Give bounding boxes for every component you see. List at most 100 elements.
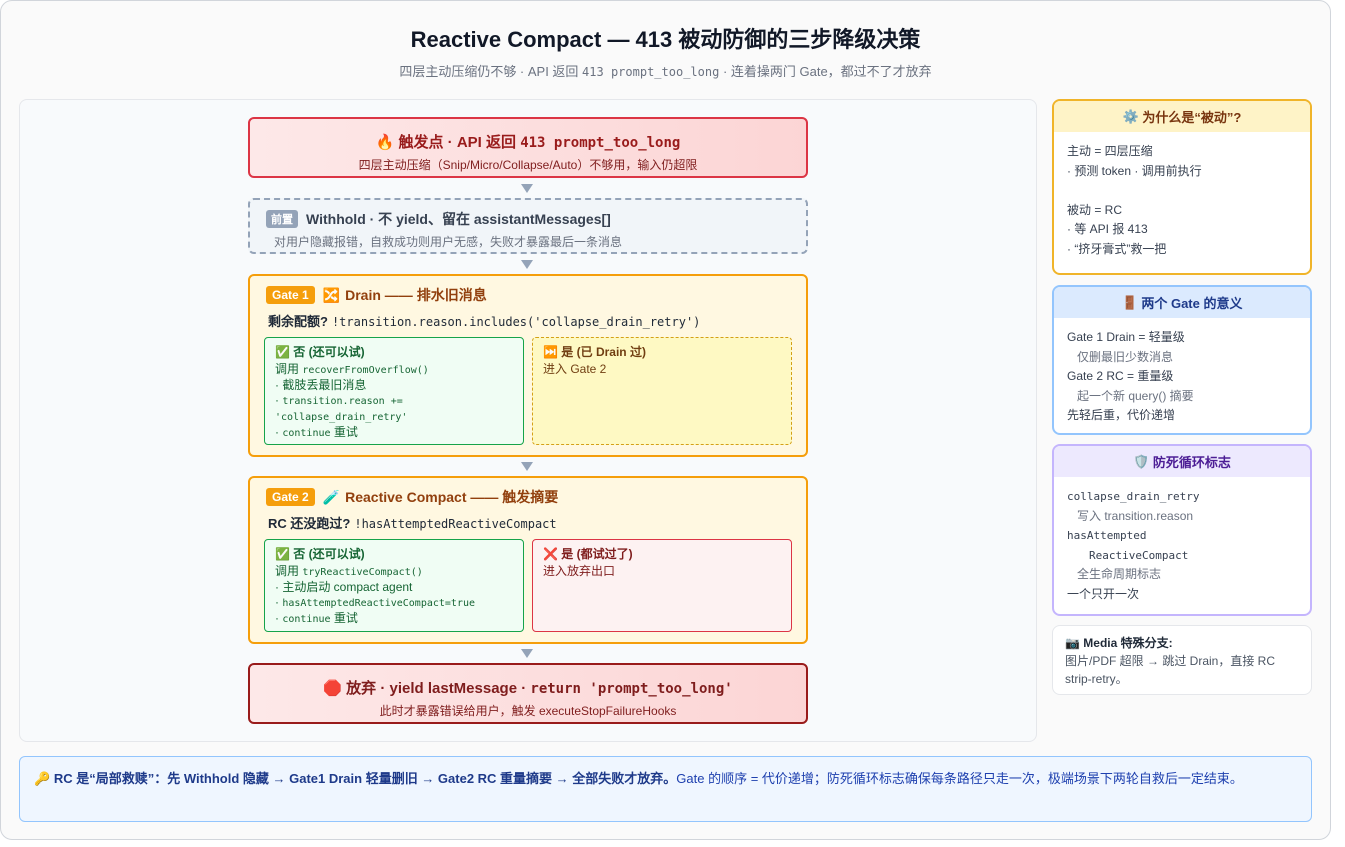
- flow-arrow: [521, 462, 533, 471]
- gates-line: 先轻后重，代价递增: [1067, 408, 1176, 422]
- gates-line: 起一个新 query() 摘要: [1077, 388, 1194, 403]
- gate1-question-label: 剩余配额?: [268, 314, 328, 329]
- gate2-node: Gate 2 🧪 Reactive Compact —— 触发摘要 RC 还没跑…: [248, 476, 808, 644]
- trigger-desc: 四层主动压缩（Snip/Micro/Collapse/Auto）不够用，输入仍超…: [358, 158, 698, 172]
- summary-rest: Gate 的顺序 = 代价递增；防死循环标志确保每条路径只走一次，极端场景下两轮…: [676, 771, 1243, 786]
- flag-code: collapse_drain_retry: [1067, 490, 1200, 503]
- gate1-branch-yes: ⏭️ 是 (已 Drain 过) 进入 Gate 2: [532, 337, 792, 445]
- shuffle-icon: 🔀: [322, 286, 341, 303]
- line-text: 重试: [330, 611, 358, 625]
- page-title: Reactive Compact — 413 被动防御的三步降级决策: [410, 27, 921, 52]
- flag-line: 全生命周期标志: [1077, 567, 1162, 581]
- why-passive-card: ⚙️ 为什么是“被动”? 主动 = 四层压缩 · 预测 token · 调用前执…: [1052, 99, 1312, 275]
- media-branch-desc: 图片/PDF 超限 → 跳过 Drain，直接 RC strip-retry。: [1065, 654, 1276, 686]
- line-code: continue: [282, 428, 331, 439]
- check-icon: ✅: [275, 345, 290, 359]
- flow-arrow: [521, 649, 533, 658]
- line-text: 调用: [275, 564, 303, 578]
- withhold-badge: 前置: [266, 210, 298, 228]
- stop-icon: 🛑: [323, 680, 342, 697]
- skip-icon: ⏭️: [543, 345, 558, 359]
- trigger-heading: 🔥 触发点 · API 返回 413 prompt_too_long: [250, 131, 806, 152]
- gate1-no-line: · transition.reason +=: [275, 393, 513, 409]
- cross-icon: ❌: [543, 547, 558, 561]
- gate1-no-heading: ✅ 否 (还可以试): [275, 343, 513, 360]
- gates-meaning-card: 🚪 两个 Gate 的意义 Gate 1 Drain = 轻量级 仅删最旧少数消…: [1052, 285, 1312, 435]
- line-code: transition.reason +=: [282, 396, 403, 407]
- giveup-node: 🛑 放弃 · yield lastMessage · return 'promp…: [248, 663, 808, 724]
- giveup-label: 放弃 · yield lastMessage ·: [346, 680, 531, 697]
- giveup-code: return 'prompt_too_long': [530, 681, 733, 697]
- gate2-yes-title: 是 (都试过了): [561, 547, 633, 561]
- line-text: 调用: [275, 362, 303, 376]
- flag-code: ReactiveCompact: [1089, 548, 1189, 562]
- media-branch-card: 📷 Media 特殊分支: 图片/PDF 超限 → 跳过 Drain，直接 RC…: [1052, 625, 1312, 695]
- why-line: [1067, 181, 1297, 201]
- gate2-title: Reactive Compact —— 触发摘要: [345, 489, 559, 505]
- loop-guard-header: 🛡️ 防死循环标志: [1054, 446, 1310, 477]
- why-line: · 等 API 报 413: [1067, 222, 1148, 236]
- gate1-condition: !transition.reason.includes('collapse_dr…: [331, 315, 701, 329]
- gates-line: Gate 1 Drain = 轻量级: [1067, 330, 1185, 344]
- gate1-yes-heading: ⏭️ 是 (已 Drain 过): [543, 343, 781, 360]
- gate1-badge: Gate 1: [266, 286, 315, 304]
- check-icon: ✅: [275, 547, 290, 561]
- gate1-yes-line: 进入 Gate 2: [543, 362, 607, 376]
- subtitle-code: 413 prompt_too_long: [582, 65, 720, 79]
- loop-guard-body: collapse_drain_retry 写入 transition.reaso…: [1054, 477, 1310, 614]
- gate2-yes-line: 进入放弃出口: [543, 564, 616, 578]
- trigger-code: 413 prompt_too_long: [520, 135, 681, 151]
- gate2-no-title: 否 (还可以试): [293, 547, 365, 561]
- summary-bold: RC 是“局部救赎”：先 Withhold 隐藏 → Gate1 Drain 轻…: [53, 771, 677, 786]
- withhold-node: 前置 Withhold · 不 yield、留在 assistantMessag…: [248, 198, 808, 254]
- test-tube-icon: 🧪: [322, 488, 341, 505]
- flag-line: 一个只开一次: [1067, 586, 1140, 601]
- flow-arrow: [521, 184, 533, 193]
- summary-note: 🔑 RC 是“局部救赎”：先 Withhold 隐藏 → Gate1 Drain…: [19, 756, 1312, 822]
- line-text: 重试: [330, 425, 358, 439]
- gate2-heading: Gate 2 🧪 Reactive Compact —— 触发摘要: [266, 487, 790, 507]
- gate2-badge: Gate 2: [266, 488, 315, 506]
- gates-meaning-title: 两个 Gate 的意义: [1141, 296, 1243, 311]
- gate1-title: Drain —— 排水旧消息: [345, 287, 487, 303]
- why-passive-header: ⚙️ 为什么是“被动”?: [1054, 101, 1310, 132]
- loop-guard-title: 防死循环标志: [1152, 455, 1231, 470]
- key-icon: 🔑: [34, 771, 51, 786]
- gate2-question: RC 还没跑过? !hasAttemptedReactiveCompact: [268, 513, 790, 532]
- gate2-no-line: · 主动启动 compact agent: [275, 580, 413, 594]
- why-line: 被动 = RC: [1067, 202, 1123, 217]
- camera-icon: 📷: [1065, 636, 1080, 650]
- gate2-branch-yes: ❌ 是 (都试过了) 进入放弃出口: [532, 539, 792, 632]
- gate1-no-line: · continue 重试: [275, 425, 513, 441]
- gate2-no-heading: ✅ 否 (还可以试): [275, 545, 513, 562]
- trigger-node: 🔥 触发点 · API 返回 413 prompt_too_long 四层主动压…: [248, 117, 808, 178]
- why-line: · “挤牙膏式”救一把: [1067, 241, 1167, 256]
- why-line: · 预测 token · 调用前执行: [1067, 163, 1202, 178]
- gate1-branch-no: ✅ 否 (还可以试) 调用 recoverFromOverflow() · 截肢…: [264, 337, 524, 445]
- subtitle-suffix: · 连着操两门 Gate，都过不了才放弃: [719, 64, 932, 79]
- withhold-desc: 对用户隐藏报错，自救成功则用户无感，失败才暴露最后一条消息: [274, 235, 623, 249]
- why-passive-title: 为什么是“被动”?: [1142, 110, 1242, 125]
- gear-icon: ⚙️: [1122, 108, 1139, 124]
- line-code: hasAttemptedReactiveCompact=true: [282, 598, 475, 609]
- gate2-branch-no: ✅ 否 (还可以试) 调用 tryReactiveCompact() · 主动启…: [264, 539, 524, 632]
- gates-meaning-body: Gate 1 Drain = 轻量级 仅删最旧少数消息 Gate 2 RC = …: [1054, 318, 1310, 433]
- media-branch-heading: 📷 Media 特殊分支:: [1065, 634, 1299, 652]
- gate1-no-line: 'collapse_drain_retry': [275, 409, 513, 425]
- gate2-no-line: · hasAttemptedReactiveCompact=true: [275, 595, 513, 611]
- fire-icon: 🔥: [375, 134, 395, 151]
- giveup-desc: 此时才暴露错误给用户，触发 executeStopFailureHooks: [379, 704, 677, 718]
- gate2-no-line: · continue 重试: [275, 611, 513, 627]
- trigger-label: 触发点 · API 返回: [398, 134, 521, 151]
- why-line: 主动 = 四层压缩: [1067, 144, 1153, 158]
- media-branch-title: Media 特殊分支:: [1083, 636, 1173, 650]
- gate1-question: 剩余配额? !transition.reason.includes('collap…: [268, 311, 790, 330]
- gate2-no-line: 调用 tryReactiveCompact(): [275, 564, 513, 580]
- loop-guard-card: 🛡️ 防死循环标志 collapse_drain_retry 写入 transi…: [1052, 444, 1312, 616]
- gate1-no-line: · 截肢丢最旧消息: [275, 378, 367, 392]
- line-code: tryReactiveCompact(): [302, 567, 423, 578]
- gate1-node: Gate 1 🔀 Drain —— 排水旧消息 剩余配额? !transition…: [248, 274, 808, 457]
- shield-icon: 🛡️: [1133, 453, 1150, 469]
- gates-line: Gate 2 RC = 重量级: [1067, 369, 1174, 383]
- flow-arrow: [521, 260, 533, 269]
